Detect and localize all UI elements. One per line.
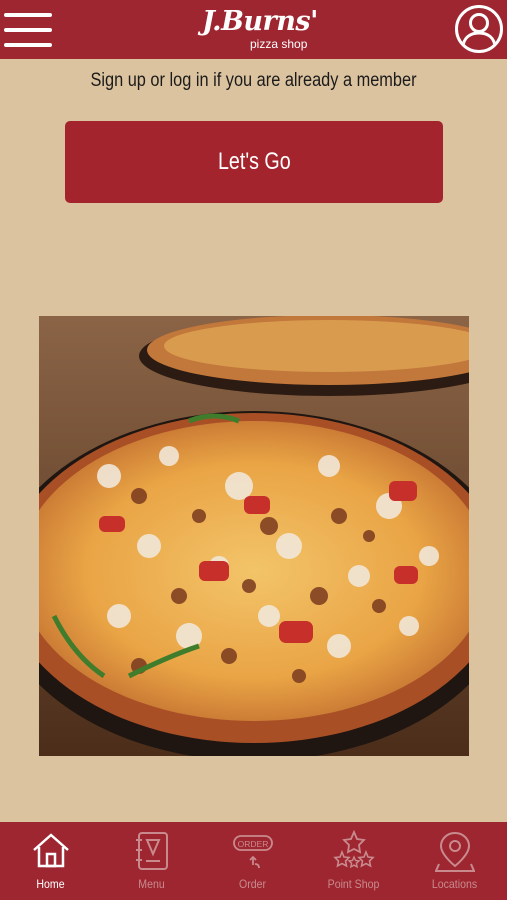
lets-go-label: Let's Go: [217, 148, 291, 175]
app-header: J.Burns' pizza shop: [0, 0, 507, 59]
signup-prompt: Sign up or log in if you are already a m…: [90, 70, 417, 91]
brand-logo: J.Burns' pizza shop: [200, 6, 318, 54]
hamburger-menu-icon[interactable]: [4, 11, 52, 49]
nav-label-menu: Menu: [138, 877, 165, 891]
stars-icon: [332, 830, 375, 869]
order-icon: ORDER: [232, 835, 273, 869]
nav-label-locations: Locations: [431, 877, 478, 891]
profile-icon[interactable]: [455, 5, 503, 53]
nav-label-home: Home: [36, 877, 65, 891]
svg-text:ORDER: ORDER: [237, 839, 268, 849]
nav-label-order: Order: [238, 877, 267, 891]
nav-item-home[interactable]: Home: [0, 822, 101, 900]
location-pin-icon: [434, 831, 475, 872]
home-icon: [32, 833, 69, 868]
nav-item-order[interactable]: ORDER Order: [202, 822, 303, 900]
pizza-photo: [39, 316, 469, 756]
lets-go-button[interactable]: Let's Go: [65, 121, 443, 203]
bottom-navigation: Home Menu ORDER Order Point Shop Locatio…: [0, 822, 507, 900]
menu-book-icon: [135, 832, 168, 870]
logo-subtitle: pizza shop: [250, 37, 308, 51]
nav-label-point-shop: Point Shop: [327, 877, 380, 891]
nav-item-locations[interactable]: Locations: [404, 822, 505, 900]
logo-wordmark: J.Burns': [202, 6, 318, 37]
nav-item-menu[interactable]: Menu: [101, 822, 202, 900]
nav-item-point-shop[interactable]: Point Shop: [303, 822, 404, 900]
